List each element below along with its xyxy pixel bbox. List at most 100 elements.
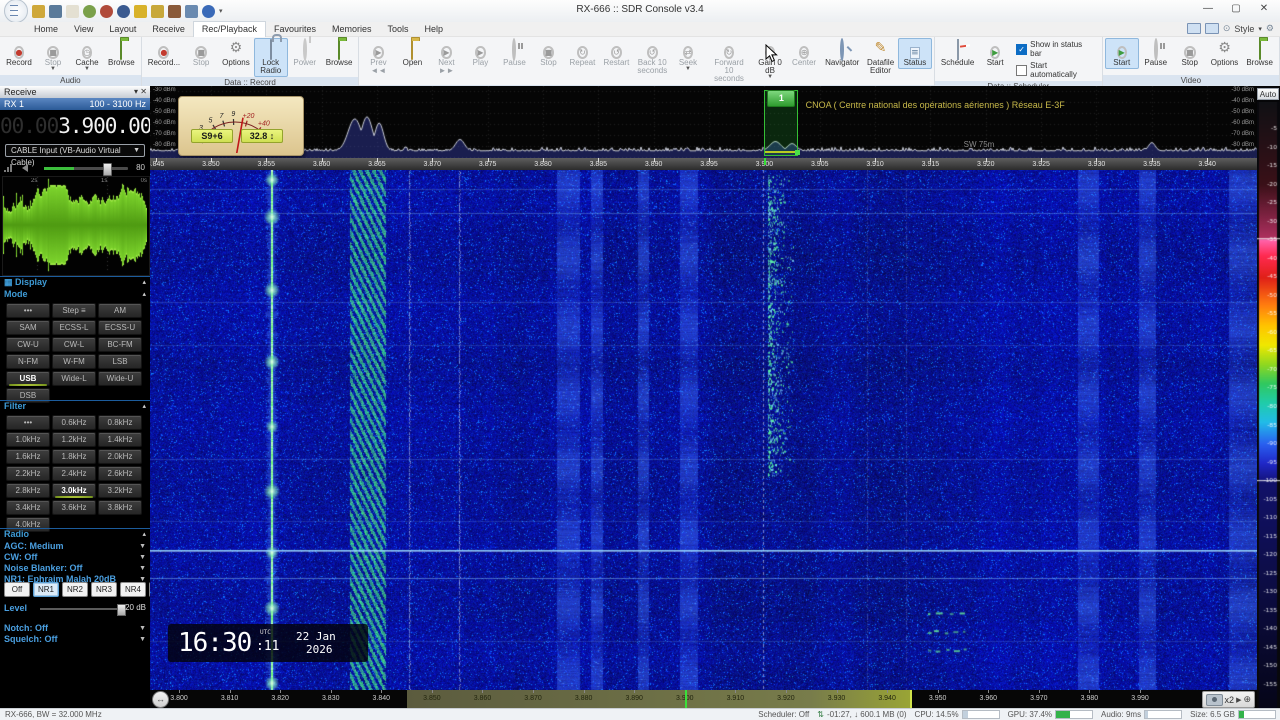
passband-handle[interactable]: [794, 150, 800, 155]
menu-item-receive[interactable]: Receive: [144, 22, 193, 37]
mode-button--[interactable]: •••: [6, 303, 50, 318]
menu-item-layout[interactable]: Layout: [101, 22, 144, 37]
nr-button-nr2[interactable]: NR2: [62, 582, 88, 597]
maximize-button[interactable]: ▢: [1222, 0, 1250, 18]
mode-button-step-[interactable]: Step ≡: [52, 303, 96, 318]
record--button[interactable]: ● Record...: [144, 38, 184, 69]
filter-button-2-6khz[interactable]: 2.6kHz: [98, 466, 142, 481]
monitor-2-icon[interactable]: [1204, 23, 1219, 34]
mode-button-lsb[interactable]: LSB: [98, 354, 142, 369]
volume-slider-thumb[interactable]: [102, 163, 112, 176]
filter-button-1-8khz[interactable]: 1.8kHz: [52, 449, 96, 464]
panel-close-icon[interactable]: ✕: [140, 87, 147, 96]
radio-collapse-icon[interactable]: ▴: [142, 529, 146, 540]
audio-output-select[interactable]: CABLE Input (VB-Audio Virtual Cable) ▼: [5, 144, 145, 167]
radio-setting-noise-blanker[interactable]: Noise Blanker: Off ▼: [4, 563, 146, 574]
nav-span-edge-marker[interactable]: [910, 690, 913, 708]
browse-button[interactable]: Browse: [1242, 38, 1277, 69]
checkbox-start-automatically[interactable]: Start automatically: [1016, 61, 1096, 79]
prev-button[interactable]: ▶ Prev ◄◄: [361, 38, 395, 77]
stop-button[interactable]: ■ Stop: [184, 38, 218, 69]
rx-marker-flag[interactable]: 1: [767, 90, 796, 107]
menu-item-tools[interactable]: Tools: [380, 22, 417, 37]
radio-setting-notch[interactable]: Notch: Off ▼: [4, 623, 146, 634]
filter-button-0-6khz[interactable]: 0.6kHz: [52, 415, 96, 430]
spectrum-display[interactable]: -30 dBm -40 dBm -50 dBm -60 dBm -70 dBm -80 d…: [150, 86, 1257, 164]
next-button[interactable]: ▶ Next ►►: [429, 38, 463, 77]
forward-10-button[interactable]: ↻ Forward 10 seconds: [705, 38, 753, 85]
mode-button-n-fm[interactable]: N-FM: [6, 354, 50, 369]
nr-button-nr1[interactable]: NR1: [33, 582, 59, 597]
nav-zoom-level[interactable]: x2: [1225, 695, 1235, 705]
options-button[interactable]: ⚙ Options: [1207, 38, 1243, 69]
mode-button-ecss-u[interactable]: ECSS-U: [98, 320, 142, 335]
checkbox-show-in-status-bar[interactable]: ✓ Show in status bar: [1016, 40, 1096, 58]
mode-button-wide-l[interactable]: Wide-L: [52, 371, 96, 386]
display-collapse-icon[interactable]: ▴: [142, 277, 146, 288]
level-slider[interactable]: [40, 604, 127, 616]
pause-button[interactable]: Pause: [497, 38, 531, 69]
style-menu[interactable]: Style: [1234, 24, 1254, 34]
mode-button-ecss-l[interactable]: ECSS-L: [52, 320, 96, 335]
nr-button-off[interactable]: Off: [4, 582, 30, 597]
menu-item-help[interactable]: Help: [417, 22, 452, 37]
filter-button-1-0khz[interactable]: 1.0kHz: [6, 432, 50, 447]
mode-button-wide-u[interactable]: Wide-U: [98, 371, 142, 386]
volume-slider[interactable]: [44, 163, 128, 176]
play-button[interactable]: ▶ Play: [463, 38, 497, 69]
seek-button[interactable]: ⇄ Seek ▼: [671, 38, 705, 74]
filter-button-2-2khz[interactable]: 2.2kHz: [6, 466, 50, 481]
monitor-1-icon[interactable]: [1186, 23, 1201, 34]
start-button[interactable]: ▶ Start: [1104, 38, 1139, 69]
filter-button-1-4khz[interactable]: 1.4kHz: [98, 432, 142, 447]
filter-collapse-icon[interactable]: ▴: [142, 401, 146, 412]
mode-button-bc-fm[interactable]: BC-FM: [98, 337, 142, 352]
filter-button-0-8khz[interactable]: 0.8kHz: [98, 415, 142, 430]
band-navigation-bar[interactable]: ↔ x2 ▶ ⊕ 3.800 3.810 3.820 3.830 3.840 3.850 3…: [150, 690, 1257, 708]
frequency-display[interactable]: 00.003.900.000: [0, 111, 164, 141]
power-button[interactable]: Power: [288, 38, 322, 69]
spectrum-frequency-scale[interactable]: 3.845 3.850 3.855 3.860 3.865 3.870 3.875 3.880…: [150, 158, 1257, 170]
mode-button-w-fm[interactable]: W-FM: [52, 354, 96, 369]
stop-button[interactable]: ■ Stop ▼: [36, 38, 70, 74]
stop-button[interactable]: ■ Stop: [1173, 38, 1207, 69]
waterfall-display[interactable]: 16:30 UTC :11 22 Jan 2026: [150, 170, 1257, 690]
radio-setting-squelch[interactable]: Squelch: Off ▼: [4, 634, 146, 645]
nav-zoom-increase-icon[interactable]: ▶: [1236, 696, 1241, 704]
filter-button-3-0khz[interactable]: 3.0kHz: [52, 483, 96, 498]
cache-button[interactable]: ◷ Cache ▼: [70, 38, 104, 74]
palette-auto-button[interactable]: Auto: [1257, 88, 1279, 100]
minimize-button[interactable]: —: [1194, 0, 1222, 18]
repeat-button[interactable]: ↻ Repeat: [565, 38, 599, 69]
center-button[interactable]: ⊕ Center: [787, 38, 821, 69]
filter-button-3-6khz[interactable]: 3.6kHz: [52, 500, 96, 515]
filter-section-header[interactable]: Filter: [4, 401, 26, 412]
style-dropdown-icon[interactable]: ▾: [1258, 25, 1262, 33]
filter-button-2-4khz[interactable]: 2.4kHz: [52, 466, 96, 481]
back-10-button[interactable]: ↺ Back 10 seconds: [633, 38, 671, 77]
browse-button[interactable]: Browse: [322, 38, 357, 69]
navigator-button[interactable]: Navigator: [821, 38, 863, 69]
menu-item-home[interactable]: Home: [26, 22, 66, 37]
waterfall-palette-bar[interactable]: Auto: [1257, 86, 1280, 708]
display-section-header[interactable]: ▦ Display: [4, 277, 47, 288]
mode-button-sam[interactable]: SAM: [6, 320, 50, 335]
schedule-button[interactable]: Schedule: [937, 38, 978, 69]
menu-item-rec-playback[interactable]: Rec/Playback: [192, 21, 266, 37]
circle-icon[interactable]: ⊙: [1223, 23, 1231, 34]
radio-setting-agc[interactable]: AGC: Medium ▼: [4, 541, 146, 552]
status-button[interactable]: ≡ Status: [897, 38, 932, 69]
browse-button[interactable]: Browse: [104, 38, 139, 69]
filter-button-2-0khz[interactable]: 2.0kHz: [98, 449, 142, 464]
nr-button-nr4[interactable]: NR4: [120, 582, 146, 597]
filter-button-1-6khz[interactable]: 1.6kHz: [6, 449, 50, 464]
snapshot-camera-icon[interactable]: [1205, 693, 1223, 706]
close-button[interactable]: ✕: [1250, 0, 1278, 18]
datafile-button[interactable]: ✎ Datafile Editor: [863, 38, 898, 77]
filter-button-3-4khz[interactable]: 3.4kHz: [6, 500, 50, 515]
menu-item-view[interactable]: View: [66, 22, 101, 37]
settings-gear-icon[interactable]: ⚙: [1266, 23, 1274, 34]
menu-item-memories[interactable]: Memories: [324, 22, 380, 37]
filter-button--[interactable]: •••: [6, 415, 50, 430]
speaker-icon[interactable]: [22, 164, 28, 172]
